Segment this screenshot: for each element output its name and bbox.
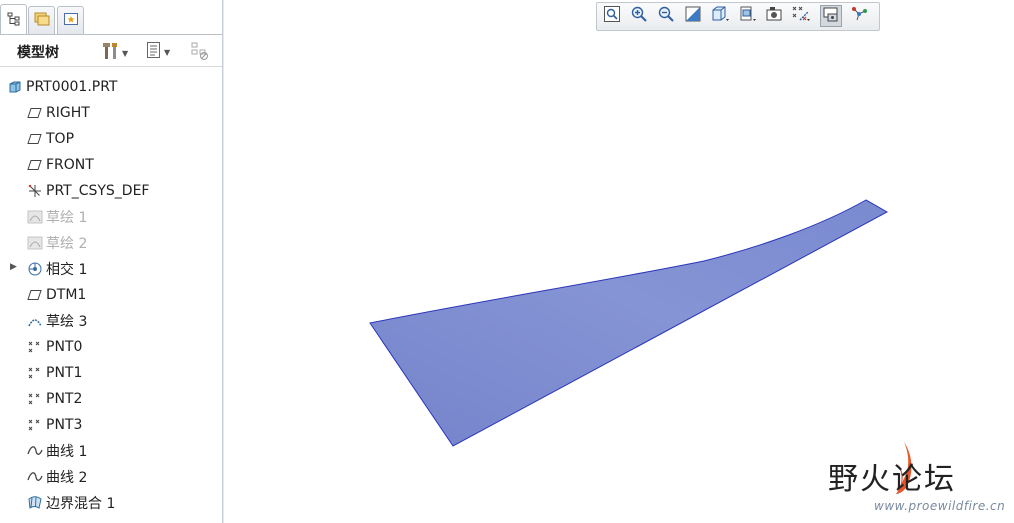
tree-item-label: 边界混合 1 [46, 496, 116, 512]
intersect-icon [26, 261, 43, 277]
datum-plane-icon [26, 157, 43, 173]
view-manager-icon [765, 5, 783, 27]
expand-arrow-icon[interactable]: ▶ [10, 262, 17, 272]
tree-item-pnt1[interactable]: PNT1 [26, 360, 82, 386]
tree-item-label: PNT2 [46, 391, 83, 407]
datum-point-icon [26, 391, 43, 407]
filter-button[interactable] [190, 41, 210, 65]
tree-item-front[interactable]: FRONT [26, 152, 94, 178]
zoom-out-icon [657, 5, 675, 27]
tree-item-part[interactable]: PRT0001.PRT [6, 74, 118, 100]
tree-item-pnt0[interactable]: PNT0 [26, 334, 82, 360]
sketch-icon [26, 313, 43, 329]
curve-icon [26, 443, 43, 459]
tree-item-sketch-2[interactable]: 草绘 2 [26, 230, 87, 256]
tree-item-dtm1[interactable]: DTM1 [26, 282, 86, 308]
saved-views-icon [737, 5, 757, 27]
model-tree-panel: 模型树 ▼ ▼ PRT0001.PRT RIGHT TOP FRONT PRT_… [0, 0, 223, 523]
tree-item-label: FRONT [46, 157, 94, 173]
datum-plane-icon [26, 287, 43, 303]
tree-item-label: TOP [46, 131, 75, 147]
tab-folder-browser[interactable] [28, 6, 55, 35]
tools-icon [102, 41, 120, 65]
list-icon [146, 41, 162, 63]
tree-item-label: PNT3 [46, 417, 83, 433]
tree-item-csys[interactable]: PRT_CSYS_DEF [26, 178, 149, 204]
datum-point-icon [26, 365, 43, 381]
tree-item-label: PRT0001.PRT [26, 79, 118, 95]
tab-divider [0, 34, 222, 35]
tree-item-pnt3[interactable]: PNT3 [26, 412, 82, 438]
watermark-url: www.proewildfire.cn [874, 499, 1006, 513]
tree-item-label: PRT_CSYS_DEF [46, 183, 150, 199]
tree-item-curve-2[interactable]: 曲线 2 [26, 464, 87, 490]
repaint-button[interactable] [682, 5, 704, 27]
settings-dropdown[interactable]: ▼ [102, 41, 128, 65]
boundary-blend-icon [26, 495, 43, 511]
tree-item-label: 草绘 1 [46, 210, 88, 226]
datum-point-icon [26, 339, 43, 355]
spin-center-icon [850, 5, 868, 27]
zoom-in-button[interactable] [628, 5, 650, 27]
datum-plane-icon [26, 105, 43, 121]
tree-item-label: 曲线 1 [46, 444, 88, 460]
datum-point-icon [26, 417, 43, 433]
tree-item-label: DTM1 [46, 287, 87, 303]
tree-item-label: PNT0 [46, 339, 83, 355]
tree-item-label: PNT1 [46, 365, 83, 381]
folder-icon [33, 11, 51, 31]
tab-favorites[interactable] [57, 6, 84, 35]
tree-item-intersect-1[interactable]: 相交 1 [26, 256, 87, 282]
tree-item-sketch-3[interactable]: 草绘 3 [26, 308, 87, 334]
tree-item-top[interactable]: TOP [26, 126, 74, 152]
zoom-out-button[interactable] [655, 5, 677, 27]
refit-button[interactable] [601, 5, 623, 27]
part-icon [6, 79, 23, 95]
saved-views-button[interactable] [736, 5, 758, 27]
datum-plane-icon [26, 131, 43, 147]
spin-center-button[interactable] [848, 5, 870, 27]
datum-display-button[interactable] [790, 5, 812, 27]
display-style-icon [710, 5, 730, 27]
tree-item-label: 曲线 2 [46, 470, 88, 486]
view-manager-button[interactable] [763, 5, 785, 27]
panel-title: 模型树 [17, 45, 59, 61]
refit-icon [603, 5, 621, 27]
tree-item-label: RIGHT [46, 105, 90, 121]
tree-item-label: 相交 1 [46, 262, 88, 278]
zoom-in-icon [630, 5, 648, 27]
watermark-title: 野火论坛 [828, 462, 956, 497]
boundary-blend-surface[interactable] [369, 199, 889, 447]
display-style-button[interactable] [709, 5, 731, 27]
annotation-display-button[interactable] [820, 5, 842, 27]
tree-item-label: 草绘 3 [46, 314, 88, 330]
tree-item-curve-1[interactable]: 曲线 1 [26, 438, 87, 464]
panel-tabs [0, 0, 222, 36]
tree-item-boundary-blend-1[interactable]: 边界混合 1 [26, 490, 115, 516]
tree-item-right[interactable]: RIGHT [26, 100, 90, 126]
datum-display-icon [791, 5, 811, 27]
favorites-icon [63, 11, 79, 31]
model-tree-tab-icon [7, 11, 21, 30]
tab-model-tree[interactable] [0, 4, 27, 35]
chevron-down-icon: ▼ [164, 47, 171, 57]
tree-filter-icon [190, 41, 210, 65]
sketch-icon [26, 235, 43, 251]
graphics-toolbar [596, 2, 880, 31]
show-dropdown[interactable]: ▼ [146, 41, 170, 63]
tree-item-pnt2[interactable]: PNT2 [26, 386, 82, 412]
sketch-icon [26, 209, 43, 225]
tree-item-label: 草绘 2 [46, 236, 88, 252]
repaint-icon [684, 5, 702, 27]
csys-icon [26, 183, 43, 199]
watermark: 野火论坛 www.proewildfire.cn [822, 440, 1012, 520]
annotation-display-icon [822, 5, 840, 27]
curve-icon [26, 469, 43, 485]
chevron-down-icon: ▼ [122, 48, 129, 58]
tree-item-sketch-1[interactable]: 草绘 1 [26, 204, 87, 230]
